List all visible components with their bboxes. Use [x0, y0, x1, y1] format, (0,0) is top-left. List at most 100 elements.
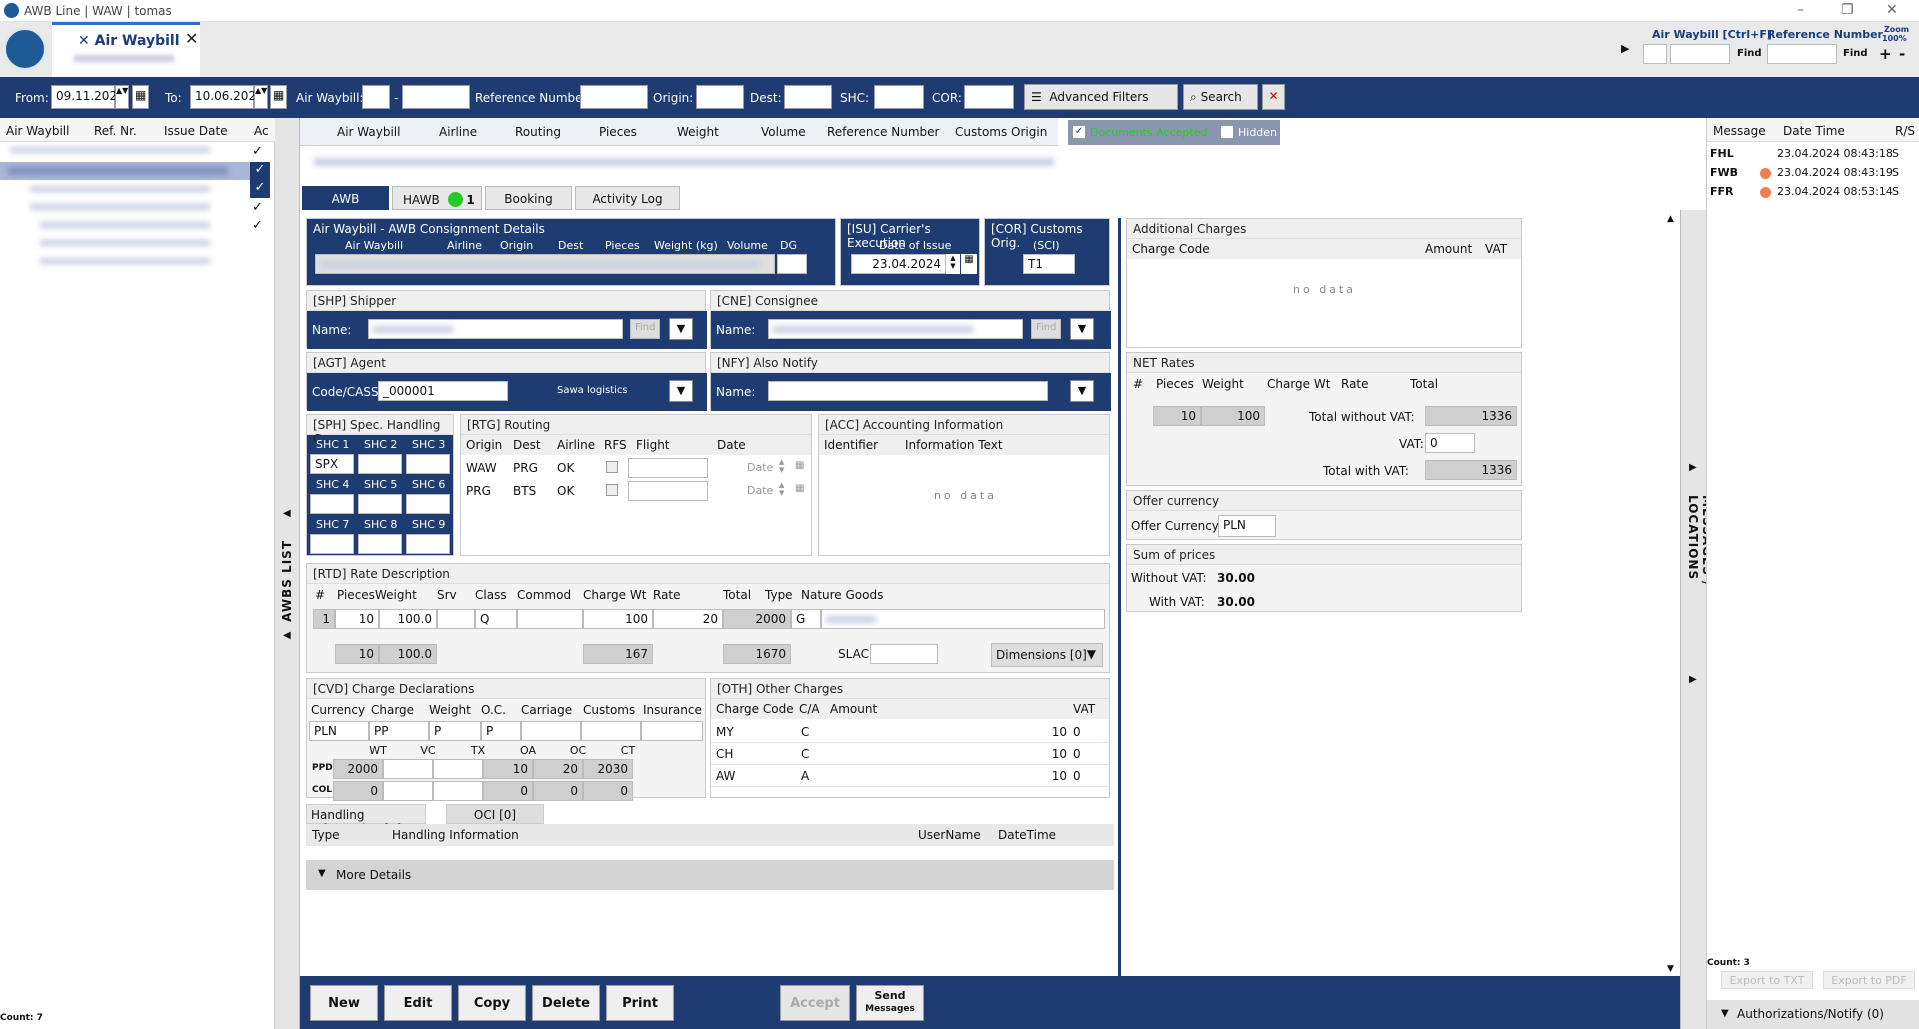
shc-input-1[interactable]: SPX	[310, 454, 354, 474]
issue-spinner-icon[interactable]: ▲ ▼	[946, 254, 960, 274]
list-item[interactable]	[0, 218, 250, 232]
cvd-carriage[interactable]	[521, 721, 581, 741]
calendar-icon[interactable]: ▦	[795, 483, 804, 494]
msg-col-rs[interactable]: R/S	[1889, 118, 1915, 142]
advanced-filters-button[interactable]: ☰ Advanced Filters	[1024, 84, 1178, 110]
from-calendar-icon[interactable]: ▦	[132, 85, 149, 109]
tab-booking[interactable]: Booking	[485, 186, 572, 210]
send-messages-button[interactable]: Send Messages	[856, 985, 924, 1021]
grid-col-airline[interactable]: Airline	[439, 125, 477, 139]
list-item[interactable]: FFR 23.04.2024 08:53:14 S	[1707, 183, 1919, 201]
print-button[interactable]: Print	[606, 985, 674, 1021]
copy-button[interactable]: Copy	[458, 985, 526, 1021]
col-ref-nr[interactable]: Ref. Nr.	[88, 118, 137, 142]
cvd-insurance[interactable]	[641, 721, 703, 741]
origin-filter-input[interactable]	[696, 85, 744, 109]
dimensions-button[interactable]: Dimensions [0] ▼	[991, 643, 1103, 667]
quick-awb-input[interactable]	[1670, 44, 1730, 64]
cvd-charge[interactable]: PP	[369, 721, 429, 741]
cvd-oc[interactable]: P	[481, 721, 521, 741]
flight-input[interactable]	[628, 458, 708, 478]
minimize-icon[interactable]: –	[1797, 2, 1804, 18]
shc-input-4[interactable]	[310, 494, 354, 514]
table-row[interactable]: AW A 10 0	[711, 765, 1109, 787]
calendar-icon[interactable]: ▦	[795, 460, 804, 471]
consignment-row-blurred[interactable]	[315, 254, 775, 274]
list-item[interactable]	[0, 143, 250, 157]
table-row[interactable]: MY C 10 0	[711, 721, 1109, 743]
flight-input[interactable]	[628, 481, 708, 501]
close-tab-icon[interactable]: ✕	[185, 29, 198, 48]
tab-handling-info[interactable]: Handling Information [0]	[306, 804, 426, 836]
grid-col-weight[interactable]: Weight	[677, 125, 719, 139]
to-spinner-icon[interactable]: ▲▼	[254, 85, 268, 109]
rtg-date[interactable]: Date	[747, 461, 773, 474]
tab-hawb[interactable]: HAWB 1	[392, 186, 482, 210]
rtg-date[interactable]: Date	[747, 484, 773, 497]
search-button[interactable]: ⌕ Search	[1183, 84, 1258, 110]
agent-code-input[interactable]: _000001	[378, 381, 508, 401]
shc-input-7[interactable]	[310, 534, 354, 554]
cvd-col-tx[interactable]	[433, 781, 483, 801]
zoom-in-button[interactable]: +	[1879, 45, 1892, 63]
net-vat-input[interactable]: 0	[1425, 433, 1475, 453]
table-row[interactable]: WAW PRG OK Date ▲ ▼ ▦	[461, 457, 811, 479]
to-calendar-icon[interactable]: ▦	[270, 85, 287, 109]
splitter[interactable]	[1118, 218, 1121, 1010]
rfs-checkbox[interactable]	[606, 484, 618, 496]
grid-col-awb[interactable]: Air Waybill	[337, 125, 400, 139]
grid-col-routing[interactable]: Routing	[515, 125, 561, 139]
from-spinner-icon[interactable]: ▲▼	[115, 85, 129, 109]
offer-currency-input[interactable]: PLN	[1218, 515, 1276, 537]
grid-col-volume[interactable]: Volume	[761, 125, 806, 139]
list-item[interactable]	[0, 254, 250, 268]
shipper-name-input[interactable]	[368, 319, 623, 339]
hidden-checkbox[interactable]	[1220, 125, 1234, 139]
accept-button[interactable]: Accept	[780, 985, 850, 1021]
export-txt-button[interactable]: Export to TXT	[1721, 971, 1813, 989]
delete-button[interactable]: Delete	[532, 985, 600, 1021]
shipper-find-button[interactable]: Find	[630, 319, 660, 339]
quick-ref-input[interactable]	[1767, 44, 1837, 64]
authorizations-toggle[interactable]: ▼ Authorizations/Notify (0)	[1707, 1000, 1919, 1029]
list-item[interactable]: FWB 23.04.2024 08:43:19 S	[1707, 164, 1919, 182]
maximize-icon[interactable]: ❐	[1841, 2, 1854, 18]
grid-row-blurred[interactable]	[314, 158, 1054, 166]
cvd-currency[interactable]: PLN	[309, 721, 369, 741]
documents-accepted-checkbox[interactable]: ✓	[1072, 125, 1086, 139]
shc-filter-input[interactable]	[874, 85, 924, 109]
list-item[interactable]	[0, 200, 250, 214]
date-spinner-icon[interactable]: ▲ ▼	[779, 458, 784, 474]
messages-toggle[interactable]: ▶ ▶ MESSAGES / LOCATIONS	[1680, 210, 1714, 1029]
more-details-toggle[interactable]: ▼ More Details	[306, 860, 1114, 890]
to-date-input[interactable]: 10.06.2024	[190, 85, 264, 109]
rate-srv[interactable]	[437, 609, 475, 629]
rate-rate[interactable]: 20	[653, 609, 723, 629]
cvd-ppd-vc[interactable]	[383, 759, 433, 779]
export-pdf-button[interactable]: Export to PDF	[1823, 971, 1915, 989]
from-date-input[interactable]: 09.11.2023	[51, 85, 125, 109]
rate-commod[interactable]	[517, 609, 583, 629]
list-item-selected[interactable]	[0, 162, 250, 180]
consignee-find-button[interactable]: Find	[1031, 319, 1061, 339]
cvd-weight[interactable]: P	[429, 721, 481, 741]
tab-oci[interactable]: OCI [0]	[446, 804, 544, 824]
shc-input-2[interactable]	[358, 454, 402, 474]
shipper-dropdown-icon[interactable]: ▼	[669, 318, 693, 340]
shc-input-6[interactable]	[406, 494, 450, 514]
date-spinner-icon[interactable]: ▲ ▼	[779, 481, 784, 497]
table-row[interactable]: PRG BTS OK Date ▲ ▼ ▦	[461, 480, 811, 502]
expand-arrow-icon[interactable]: ▶	[1689, 462, 1697, 473]
new-button[interactable]: New	[310, 985, 378, 1021]
shc-input-3[interactable]	[406, 454, 450, 474]
msg-col-message[interactable]: Message	[1707, 118, 1766, 142]
grid-col-customs[interactable]: Customs Origin	[955, 125, 1047, 139]
quick-find-awb-button[interactable]: Find	[1737, 48, 1762, 59]
cor-input[interactable]: T1	[1023, 254, 1075, 274]
close-window-icon[interactable]: ✕	[1886, 2, 1898, 18]
date-of-issue-input[interactable]: 23.04.2024	[851, 254, 946, 274]
col-ac[interactable]: Ac	[248, 118, 269, 142]
doc-tab-air-waybill[interactable]: ✕ Air Waybill ✕	[52, 22, 200, 77]
slac-input[interactable]	[870, 644, 938, 664]
grid-col-pieces[interactable]: Pieces	[599, 125, 637, 139]
